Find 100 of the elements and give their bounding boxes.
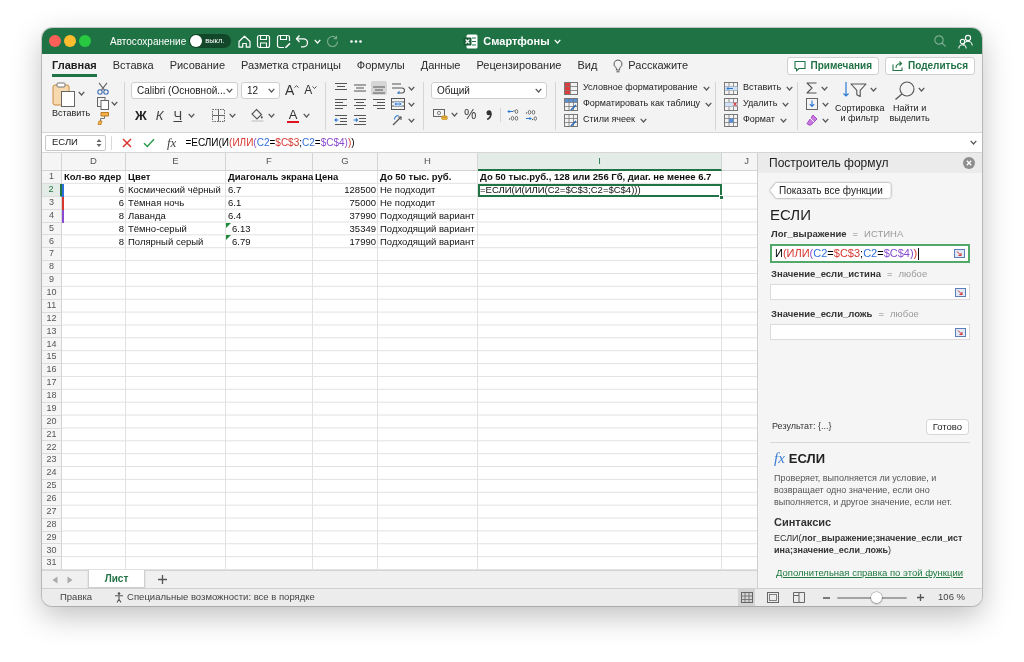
- show-all-functions-button[interactable]: Показать все функции: [770, 183, 891, 198]
- page-break-preview-button[interactable]: [790, 589, 808, 606]
- paintbrush-icon[interactable]: [97, 112, 110, 125]
- ribbon-tab[interactable]: Рисование: [169, 54, 226, 77]
- text-orientation-button[interactable]: [390, 113, 416, 127]
- add-sheet-icon[interactable]: [158, 575, 167, 584]
- underline-button[interactable]: Ч: [173, 107, 196, 123]
- close-icon[interactable]: [963, 157, 975, 169]
- font-color-button[interactable]: A: [287, 107, 311, 123]
- shrink-font-button[interactable]: A: [304, 83, 318, 98]
- merge-cells-button[interactable]: [390, 97, 416, 111]
- font-name-dropdown[interactable]: Calibri (Основной...: [131, 82, 238, 99]
- zoom-level[interactable]: 106 %: [938, 590, 965, 605]
- copy-icon[interactable]: [97, 97, 110, 110]
- sheet-tab[interactable]: Лист: [88, 570, 145, 588]
- ribbon-tab[interactable]: Рецензирование: [476, 54, 562, 77]
- decimal-right-arrow-icon[interactable]: [525, 108, 538, 121]
- column-header[interactable]: I: [478, 153, 722, 171]
- insert-function-button[interactable]: fx: [167, 135, 177, 150]
- argument-field[interactable]: [770, 284, 970, 300]
- row-number[interactable]: 23: [42, 454, 62, 468]
- people-icon[interactable]: [958, 33, 973, 49]
- decimal-left-arrow-icon[interactable]: [507, 108, 520, 121]
- fill-button[interactable]: [806, 97, 829, 111]
- page-layout-button[interactable]: [764, 589, 782, 606]
- increase-indent-button[interactable]: [352, 113, 368, 127]
- formula-text[interactable]: =ЕСЛИ(И(ИЛИ(C2=$C$3;C2=$C$4))): [185, 135, 355, 150]
- box-arrow-icon[interactable]: [955, 327, 966, 337]
- row-number[interactable]: 8: [42, 261, 62, 274]
- normal-view-button[interactable]: [738, 589, 756, 606]
- column-header[interactable]: D: [62, 153, 126, 171]
- align-right-button[interactable]: [371, 97, 387, 111]
- clear-button[interactable]: [806, 113, 829, 127]
- home-icon[interactable]: [237, 33, 253, 49]
- argument-field[interactable]: [770, 324, 970, 340]
- share-button[interactable]: Поделиться: [885, 56, 975, 75]
- grow-font-button[interactable]: A: [285, 83, 300, 98]
- row-number[interactable]: 22: [42, 441, 62, 455]
- accessibility-status[interactable]: Специальные возможности: все в порядке: [114, 590, 315, 605]
- column-header[interactable]: F: [226, 153, 313, 171]
- selected-cell[interactable]: =ЕСЛИ(И(ИЛИ(C2=$C$3;C2=$C$4))): [478, 183, 722, 197]
- tell-me-field[interactable]: Расскажите: [613, 56, 693, 75]
- format-as-table-button[interactable]: Форматировать как таблицу: [564, 97, 713, 111]
- row-number[interactable]: 9: [42, 274, 62, 287]
- cancel-icon[interactable]: [122, 137, 132, 148]
- borders-button[interactable]: [212, 108, 237, 122]
- number-format-dropdown[interactable]: Общий: [431, 82, 547, 99]
- row-number[interactable]: 17: [42, 377, 62, 390]
- row-number[interactable]: 1: [42, 171, 62, 184]
- cell-styles-button[interactable]: Стили ячеек: [564, 113, 647, 127]
- align-left-button[interactable]: [333, 97, 349, 111]
- find-select-button[interactable]: Найти и выделить: [889, 81, 930, 127]
- row-number[interactable]: 6: [42, 235, 62, 249]
- row-number[interactable]: 16: [42, 364, 62, 377]
- row-number[interactable]: 7: [42, 248, 62, 262]
- check-icon[interactable]: [143, 137, 155, 148]
- row-number[interactable]: 24: [42, 467, 62, 480]
- comments-button[interactable]: Примечания: [787, 56, 879, 75]
- percent-button[interactable]: %: [464, 107, 477, 122]
- italic-button[interactable]: К: [155, 107, 164, 123]
- align-center-button[interactable]: [352, 97, 368, 111]
- ribbon-tab[interactable]: Формулы: [356, 54, 405, 77]
- bold-button[interactable]: Ж: [135, 107, 147, 123]
- row-number[interactable]: 25: [42, 480, 62, 493]
- ribbon-tab[interactable]: Данные: [420, 54, 461, 77]
- name-box[interactable]: ЕСЛИ: [45, 134, 106, 151]
- paste-button[interactable]: Вставить: [52, 82, 91, 125]
- ribbon-tab[interactable]: Разметка страницы: [241, 54, 341, 77]
- zoom-in-icon[interactable]: [917, 594, 925, 601]
- delete-cells-button[interactable]: Удалить: [724, 97, 790, 111]
- box-arrow-icon[interactable]: [955, 287, 966, 297]
- maximize-button[interactable]: [79, 35, 91, 47]
- wrap-text-button[interactable]: [390, 81, 416, 95]
- argument-field[interactable]: И(ИЛИ(C2=$C$3;C2=$C$4)): [770, 244, 970, 263]
- undo-icon[interactable]: [295, 34, 310, 48]
- row-number[interactable]: 14: [42, 338, 62, 352]
- save-icon[interactable]: [256, 33, 272, 49]
- currency-format-button[interactable]: [433, 109, 458, 120]
- column-header[interactable]: G: [313, 153, 378, 171]
- decrease-indent-button[interactable]: [333, 113, 349, 127]
- minimize-button[interactable]: [64, 35, 76, 47]
- done-button[interactable]: Готово: [926, 420, 968, 434]
- row-number[interactable]: 15: [42, 351, 62, 365]
- ribbon-tab[interactable]: Вставка: [112, 54, 154, 77]
- column-header[interactable]: E: [126, 153, 226, 171]
- box-arrow-icon[interactable]: [954, 249, 965, 258]
- font-size-dropdown[interactable]: 12: [241, 82, 280, 99]
- help-link[interactable]: Дополнительная справка по этой функции: [776, 566, 964, 581]
- zoom-out-icon[interactable]: [823, 596, 831, 599]
- comma-icon[interactable]: [486, 109, 493, 120]
- row-number[interactable]: 31: [42, 557, 62, 570]
- insert-cells-button[interactable]: Вставить: [724, 81, 794, 95]
- zoom-slider-thumb[interactable]: [871, 592, 883, 603]
- row-number[interactable]: 30: [42, 544, 62, 558]
- save-with-pen-icon[interactable]: [276, 33, 292, 49]
- scissors-icon[interactable]: [97, 82, 110, 95]
- sort-filter-button[interactable]: Сортировка и фильтр: [835, 81, 885, 127]
- autosum-button[interactable]: [806, 81, 829, 95]
- zoom-slider[interactable]: [837, 592, 908, 603]
- fill-color-button[interactable]: [251, 108, 276, 122]
